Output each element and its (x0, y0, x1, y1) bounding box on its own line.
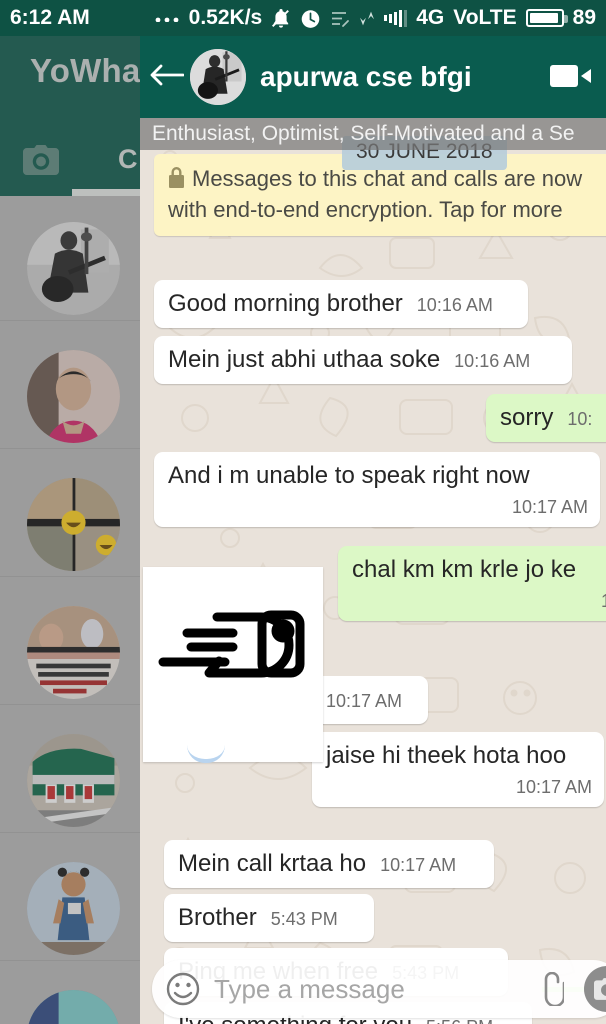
message-text: Mein call krtaa ho (178, 850, 367, 877)
emoji-smiley-icon[interactable] (166, 972, 200, 1006)
screen: YoWhatsApp C 6:12 AM 0.52K/s 4G VoLTE 89… (0, 0, 606, 1024)
message-time: 10:16 AM (416, 295, 493, 315)
data-sync-icon (359, 9, 375, 28)
vibrate-icon (330, 9, 350, 28)
message-time: 10: (600, 590, 606, 611)
video-call-icon[interactable] (550, 62, 592, 92)
contact-name[interactable]: apurwa cse bfgi (260, 61, 472, 93)
back-arrow-icon[interactable] (150, 62, 185, 92)
message-input[interactable]: Type a message (214, 974, 538, 1005)
chat-message-area[interactable]: Enthusiast, Optimist, Self-Motivated and… (140, 118, 606, 1024)
encryption-notice-text: Messages to this chat and calls are now … (168, 166, 583, 223)
message-bubble[interactable]: Good morning brother 10:16 AM (154, 280, 528, 328)
camera-icon[interactable] (584, 966, 606, 1012)
message-time: 10:17 AM (380, 855, 457, 875)
message-input-bar[interactable]: Type a message (152, 960, 606, 1018)
alarm-clock-icon (300, 8, 321, 29)
battery-level-label: 89 (572, 6, 596, 29)
message-text: jaise hi theek hota hoo (326, 742, 567, 769)
system-status-bar: 6:12 AM 0.52K/s 4G VoLTE 89 (0, 0, 606, 36)
message-text: Brother (178, 904, 257, 931)
message-bubble[interactable]: Brother 5:43 PM (164, 894, 374, 942)
message-time: 10:17 AM (326, 691, 403, 711)
lock-icon (168, 166, 185, 195)
message-text: And i m unable to speak right now (168, 462, 530, 489)
message-bubble[interactable]: 10:17 AM (312, 676, 428, 724)
chat-header: apurwa cse bfgi (140, 36, 606, 118)
message-time: 10:17 AM (511, 496, 588, 517)
message-bubble[interactable]: Mein just abhi uthaa soke 10:16 AM (154, 336, 572, 384)
sticker-message[interactable] (143, 567, 323, 763)
volte-label: VoLTE (453, 6, 517, 29)
overflow-dots-icon (154, 14, 180, 22)
message-bubble[interactable]: jaise hi theek hota hoo 10:17 AM (312, 732, 604, 808)
message-time: 5:43 PM (270, 909, 338, 929)
message-text: chal km km krle jo ke (352, 556, 577, 583)
message-bubble[interactable]: chal km km krle jo ke 10: (338, 546, 606, 622)
message-text: Mein just abhi uthaa soke (168, 346, 441, 373)
message-bubble[interactable]: And i m unable to speak right now 10:17 A… (154, 452, 600, 528)
network-type-label: 4G (416, 6, 445, 29)
signal-bars-icon (384, 9, 408, 27)
battery-icon (525, 9, 568, 27)
chat-window: apurwa cse bfgi Enthusiast, Optimist, Se… (140, 36, 606, 1024)
message-time: 10:17 AM (515, 776, 592, 797)
contact-about-toast: Enthusiast, Optimist, Self-Motivated and… (140, 118, 606, 150)
pointing-hand-icon (157, 605, 309, 691)
message-bubble[interactable]: sorry 10: (486, 394, 606, 442)
network-speed-label: 0.52K/s (188, 6, 263, 29)
bell-muted-icon (271, 8, 291, 29)
paperclip-icon[interactable] (538, 971, 568, 1008)
loading-spinner-icon (187, 745, 225, 763)
message-time: 10: (567, 409, 593, 429)
status-clock: 6:12 AM (10, 6, 90, 29)
contact-avatar[interactable] (190, 49, 246, 105)
message-time: 10:16 AM (454, 351, 531, 371)
message-text: Good morning brother (168, 290, 403, 317)
message-bubble[interactable]: Mein call krtaa ho 10:17 AM (164, 840, 494, 888)
message-time: 5:56 PM (426, 1017, 493, 1024)
message-text: sorry (500, 404, 554, 431)
